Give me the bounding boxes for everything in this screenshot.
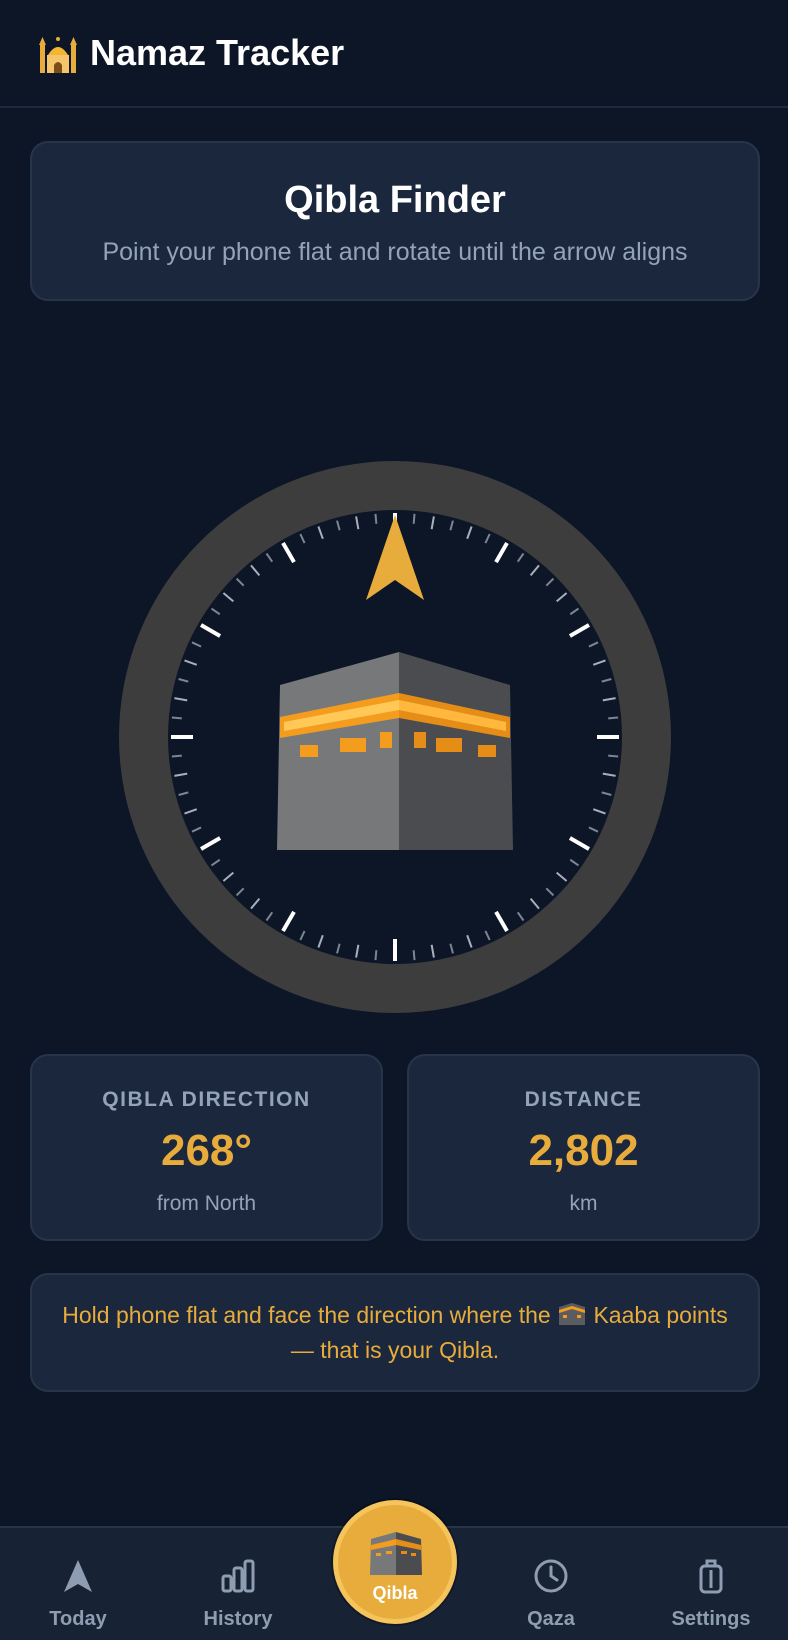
qibla-direction-value: 268° [160,1126,252,1175]
distance-value: 2,802 [528,1126,639,1175]
nav-item-today[interactable]: Today [13,1528,143,1640]
settings-icon [699,1559,723,1594]
clock-icon [534,1559,568,1593]
mosque-icon [39,37,77,73]
compass-tick [608,754,619,758]
compass-tick [374,513,378,524]
distance-card: DISTANCE 2,802 km [407,1054,760,1241]
kaaba-icon [277,652,513,850]
nav-label: Qaza [527,1608,575,1630]
app-title: Namaz Tracker [90,32,345,73]
compass-tick [374,950,378,961]
stat-label: DISTANCE [524,1088,643,1111]
stat-unit: km [569,1192,598,1215]
nav-label: Qibla [372,1583,418,1603]
compass-tick [412,513,416,524]
compass-tick [412,950,416,961]
app-header: Namaz Tracker [0,0,788,108]
nav-item-history[interactable]: History [173,1528,303,1640]
stat-label: QIBLA DIRECTION [102,1088,311,1111]
tip-text-start: Hold phone flat and face the direction w… [62,1301,558,1328]
qibla-finder-card: Qibla Finder Point your phone flat and r… [30,141,760,301]
qibla-compass[interactable] [118,460,672,1014]
compass-tick [171,754,182,758]
compass-tick [608,716,619,720]
page-subtitle: Point your phone flat and rotate until t… [102,238,688,266]
kaaba-icon [559,1302,586,1325]
nav-item-qibla[interactable]: Qibla [333,1500,457,1624]
qibla-tip-card: Hold phone flat and face the direction w… [30,1273,760,1392]
stat-unit: from North [156,1192,257,1215]
qibla-direction-card: QIBLA DIRECTION 268° from North [30,1054,383,1241]
qibla-tip-text: Hold phone flat and face the direction w… [56,1298,734,1368]
kaaba-icon [370,1532,422,1575]
nav-label: History [203,1608,273,1630]
navigation-arrow-icon [64,1560,92,1592]
nav-label: Today [49,1608,107,1630]
nav-item-qaza[interactable]: Qaza [486,1528,616,1640]
page-title: Qibla Finder [284,179,506,221]
bar-chart-icon [221,1559,255,1593]
compass-tick [171,716,182,720]
compass-dial [119,461,671,1013]
nav-label: Settings [671,1608,751,1630]
nav-item-settings[interactable]: Settings [646,1528,776,1640]
